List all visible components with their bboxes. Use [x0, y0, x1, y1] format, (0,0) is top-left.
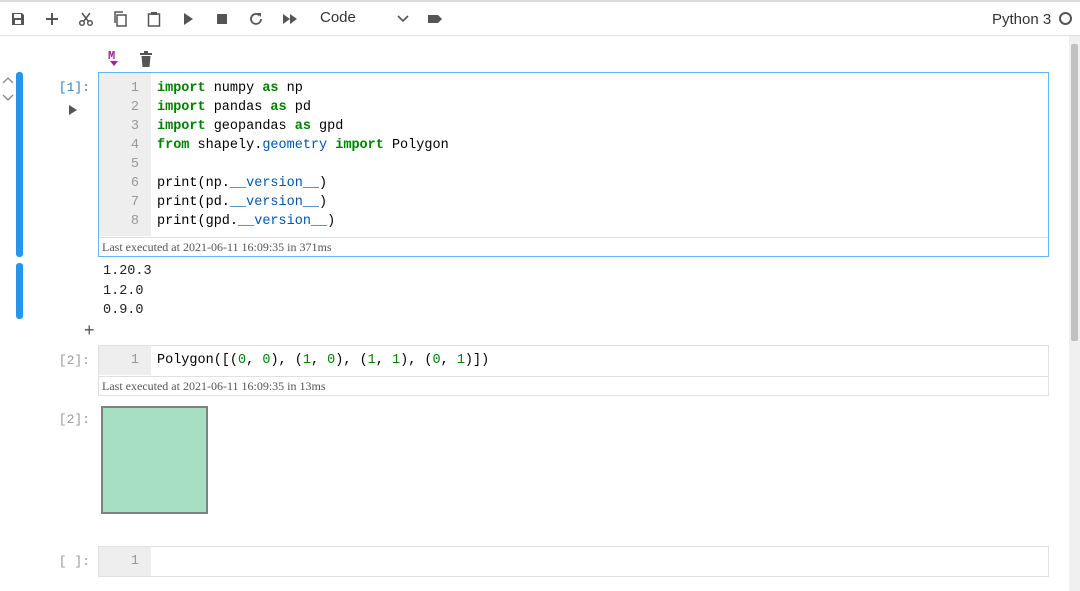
line-number: 1: [130, 353, 139, 368]
execution-time: Last executed at 2021-06-11 16:09:35 in …: [102, 379, 326, 393]
code-cell-editor[interactable]: 1: [98, 546, 1049, 577]
kernel-status-icon: [1059, 12, 1072, 25]
line-number: 6: [130, 176, 139, 191]
kernel-name[interactable]: Python 3: [992, 11, 1051, 28]
exec-divider: [99, 237, 1048, 238]
exec-divider: [99, 376, 1048, 377]
line-number: 4: [130, 138, 139, 153]
line-number: 8: [130, 214, 139, 229]
line-number: 3: [130, 119, 139, 134]
input-collapser[interactable]: [16, 72, 23, 257]
code-line: Polygon([(0, 0), (1, 0), (1, 1), (0, 1)]…: [157, 353, 490, 368]
add-cell-below-button[interactable]: +: [84, 320, 95, 341]
code-cell-editor[interactable]: 1 2 3 4 5 6 7 8 import numpy as np impor…: [98, 72, 1049, 257]
restart-icon[interactable]: [247, 10, 265, 28]
markdown-icon[interactable]: M: [107, 49, 121, 67]
save-icon[interactable]: [9, 10, 27, 28]
code-line: print(gpd.__version__): [157, 214, 336, 229]
output-prompt: [2]:: [58, 412, 90, 427]
paste-icon[interactable]: [145, 10, 163, 28]
line-number: 5: [130, 157, 139, 172]
run-icon[interactable]: [179, 10, 197, 28]
cell-type-select[interactable]: Code: [320, 9, 356, 26]
cut-icon[interactable]: [77, 10, 95, 28]
scrollbar-thumb[interactable]: [1071, 44, 1078, 341]
code-line: print(pd.__version__): [157, 195, 328, 210]
trash-icon[interactable]: [139, 51, 153, 67]
line-number: 1: [130, 554, 139, 569]
move-up-icon[interactable]: [2, 72, 14, 84]
code-cell-editor[interactable]: 1 Polygon([(0, 0), (1, 0), (1, 1), (0, 1…: [98, 345, 1049, 396]
code-line: from shapely.geometry import Polygon: [157, 138, 449, 153]
code-line: import numpy as np: [157, 81, 303, 96]
line-number: 1: [130, 81, 139, 96]
stop-icon[interactable]: [213, 10, 231, 28]
chevron-down-icon[interactable]: [396, 12, 410, 26]
execution-time: Last executed at 2021-06-11 16:09:35 in …: [102, 240, 332, 254]
output-line: 0.9.0: [103, 303, 144, 318]
move-down-icon[interactable]: [2, 90, 14, 101]
add-cell-icon[interactable]: [43, 10, 61, 28]
fast-forward-icon[interactable]: [281, 10, 299, 28]
input-prompt: [ ]:: [58, 554, 90, 569]
output-collapser[interactable]: [16, 263, 23, 319]
polygon-output-image: [101, 406, 208, 514]
output-line: 1.2.0: [103, 283, 144, 299]
output-line: 1.20.3: [103, 264, 152, 279]
notebook-toolbar: Code Python 3: [0, 0, 1080, 36]
code-line: import pandas as pd: [157, 100, 311, 115]
copy-icon[interactable]: [111, 10, 129, 28]
input-prompt: [1]:: [58, 80, 90, 95]
tag-icon[interactable]: [426, 10, 444, 28]
line-number: 2: [130, 100, 139, 115]
run-cell-icon[interactable]: [68, 102, 78, 115]
code-line: import geopandas as gpd: [157, 119, 344, 134]
line-number: 7: [130, 195, 139, 210]
input-prompt: [2]:: [58, 353, 90, 368]
code-line: print(np.__version__): [157, 176, 328, 191]
